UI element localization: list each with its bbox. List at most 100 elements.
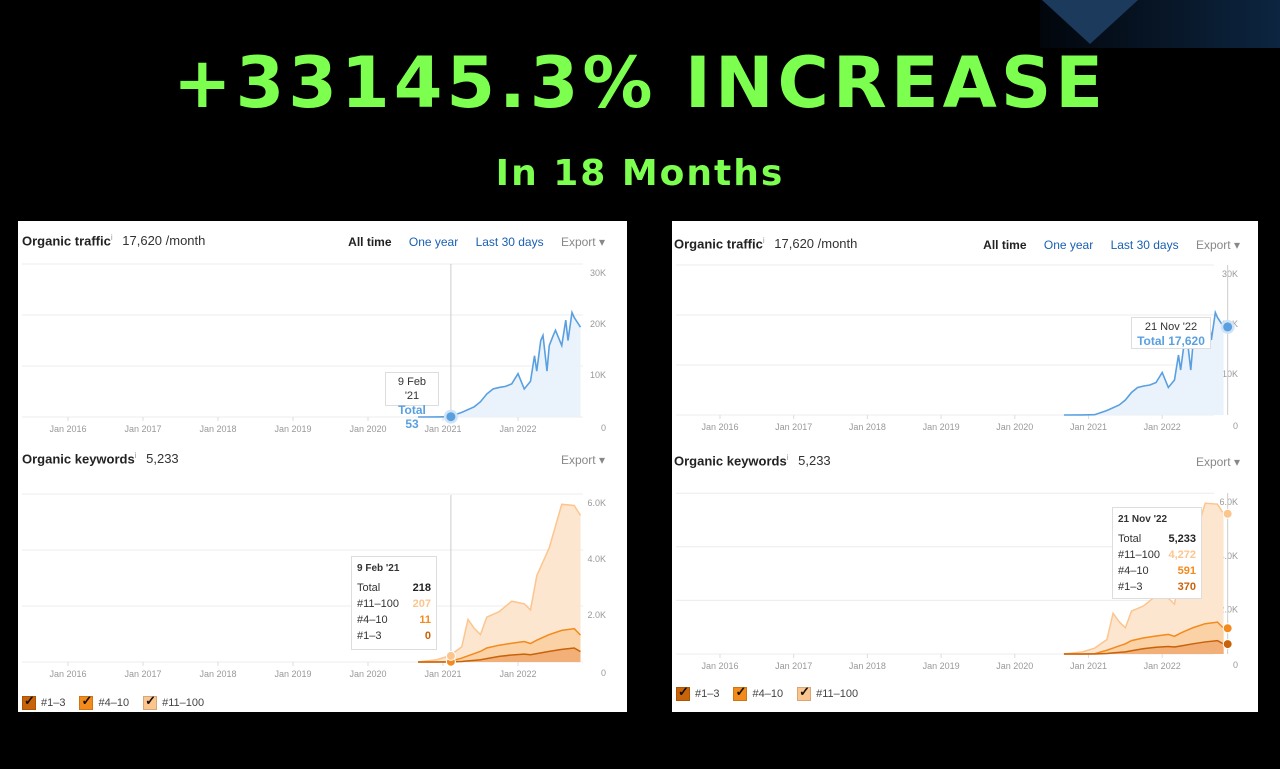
x-tick-label: Jan 2016: [49, 424, 86, 434]
traffic-area: [418, 312, 581, 417]
legend-label: #4–10: [98, 697, 130, 709]
x-tick-label: Jan 2019: [274, 424, 311, 434]
tooltip-row-value: 218: [412, 582, 431, 594]
x-tick-label: Jan 2018: [199, 424, 236, 434]
checkbox-checked-icon[interactable]: [733, 684, 748, 701]
x-tick-label: Jan 2018: [199, 669, 236, 679]
x-tick-label: Jan 2017: [124, 669, 161, 679]
legend-label: #1–3: [41, 697, 66, 709]
x-tick-label: Jan 2019: [923, 661, 960, 671]
hover-point: [446, 412, 456, 422]
tooltip-row-value: 0: [424, 630, 431, 642]
legend-item[interactable]: #1–3: [22, 693, 66, 710]
x-tick-label: Jan 2019: [923, 422, 960, 432]
headline: +33145.3% INCREASE: [172, 42, 1108, 124]
tooltip-date: 21 Nov '22: [1118, 514, 1168, 525]
checkbox-checked-icon[interactable]: [143, 693, 158, 710]
x-tick-label: Jan 2020: [349, 669, 386, 679]
traffic-tooltip: 9 Feb '21 Total 53: [385, 372, 439, 431]
legend: #1–3 #4–10 #11–100: [676, 684, 859, 701]
tooltip-row-label: #11–100: [1118, 549, 1161, 561]
x-tick-label: Jan 2021: [1070, 661, 1107, 671]
legend-label: #4–10: [752, 688, 784, 700]
x-tick-label: Jan 2022: [499, 424, 536, 434]
x-tick-label: Jan 2016: [701, 661, 738, 671]
tooltip-row: #1–3 370: [1118, 579, 1196, 595]
x-tick-label: Jan 2022: [499, 669, 536, 679]
tooltip-row-label: Total: [357, 582, 381, 594]
checkbox-checked-icon[interactable]: [22, 693, 36, 710]
tooltip-row: #11–100 207: [357, 596, 431, 612]
keywords-tooltip: 21 Nov '22 Total 5,233 #11–100 4,272 #4–10 59…: [1112, 507, 1202, 599]
x-tick-label: Jan 2017: [124, 424, 161, 434]
legend-item[interactable]: #11–100: [143, 693, 205, 710]
legend-label: #11–100: [162, 697, 205, 709]
y-tick-label: 0: [601, 423, 606, 433]
tooltip-row-value: 4,272: [1168, 549, 1196, 561]
legend-item[interactable]: #4–10: [79, 693, 130, 710]
tooltip-row: #4–10 11: [357, 612, 431, 628]
x-tick-label: Jan 2017: [775, 422, 812, 432]
screenshot-panel-left: Organic traffici 17,620 /month All time …: [18, 221, 627, 712]
checkbox-checked-icon[interactable]: [797, 684, 812, 701]
x-tick-label: Jan 2019: [274, 669, 311, 679]
x-tick-label: Jan 2020: [996, 661, 1033, 671]
y-tick-label: 30K: [590, 268, 606, 278]
charts-svg: 0 10K 20K 30K Jan 2016 Jan 2017 Jan 2018 Jan 20…: [22, 263, 606, 679]
tooltip-row: #4–10 591: [1118, 563, 1196, 579]
x-tick-label: Jan 2017: [775, 661, 812, 671]
tooltip-row-value: 5,233: [1168, 533, 1196, 545]
tooltip-row-value: 11: [419, 614, 431, 626]
x-tick-label: Jan 2022: [1144, 422, 1181, 432]
tooltip-row-label: #11–100: [357, 598, 400, 610]
x-tick-label: Jan 2018: [849, 422, 886, 432]
legend-label: #1–3: [695, 688, 720, 700]
y-tick-label: 10K: [1222, 369, 1238, 379]
tooltip-row-label: #1–3: [1118, 581, 1143, 593]
tooltip-date: 9 Feb '21: [357, 563, 400, 574]
keywords-tooltip: 9 Feb '21 Total 218 #11–100 207 #4–10 11 #1–3 0: [351, 556, 437, 650]
tooltip-row: #1–3 0: [357, 628, 431, 644]
y-tick-label: 6.0K: [587, 498, 606, 508]
tooltip-row-label: #4–10: [357, 614, 388, 626]
x-tick-label: Jan 2022: [1144, 661, 1181, 671]
x-tick-label: Jan 2021: [1070, 422, 1107, 432]
charts-svg: 010K20K30KJan 2016Jan 2017Jan 2018Jan 20…: [676, 264, 1238, 671]
legend-item[interactable]: #1–3: [676, 684, 720, 701]
y-tick-label: 2.0K: [587, 610, 606, 620]
y-tick-label: 10K: [590, 370, 606, 380]
tooltip-row-value: 207: [412, 598, 431, 610]
checkbox-checked-icon[interactable]: [79, 693, 94, 710]
legend-label: #11–100: [816, 688, 859, 700]
y-tick-label: 0: [1233, 660, 1238, 670]
y-tick-label: 30K: [1222, 269, 1238, 279]
hover-point: [1222, 508, 1233, 519]
x-tick-label: Jan 2020: [349, 424, 386, 434]
tooltip-row-value: 591: [1177, 565, 1196, 577]
tooltip-date: 9 Feb '21: [397, 376, 427, 402]
screenshot-panel-right: Organic traffici 17,620 /month All time …: [672, 221, 1258, 712]
y-tick-label: 0: [601, 668, 606, 678]
tooltip-row-label: #4–10: [1118, 565, 1149, 577]
tooltip-row-label: #1–3: [357, 630, 382, 642]
x-tick-label: Jan 2021: [424, 669, 461, 679]
y-tick-label: 4.0K: [587, 554, 606, 564]
tooltip-date: 21 Nov '22: [1144, 321, 1198, 333]
x-tick-label: Jan 2018: [849, 661, 886, 671]
traffic-tooltip: 21 Nov '22 Total 17,620: [1131, 317, 1211, 349]
legend-item[interactable]: #11–100: [797, 684, 859, 701]
legend-item[interactable]: #4–10: [733, 684, 784, 701]
subheadline: In 18 Months: [495, 153, 785, 194]
y-tick-label: 20K: [590, 319, 606, 329]
tooltip-row-value: 370: [1177, 581, 1196, 593]
tooltip-total: Total 17,620: [1137, 334, 1205, 348]
tooltip-row-label: Total: [1118, 533, 1142, 545]
x-tick-label: Jan 2016: [701, 422, 738, 432]
tooltip-row: Total 218: [357, 580, 431, 596]
y-tick-label: 6.0K: [1219, 497, 1238, 507]
legend: #1–3 #4–10 #11–100: [22, 693, 205, 710]
hover-point: [445, 650, 456, 661]
hover-point: [1222, 623, 1233, 634]
checkbox-checked-icon[interactable]: [676, 684, 690, 701]
x-tick-label: Jan 2020: [996, 422, 1033, 432]
